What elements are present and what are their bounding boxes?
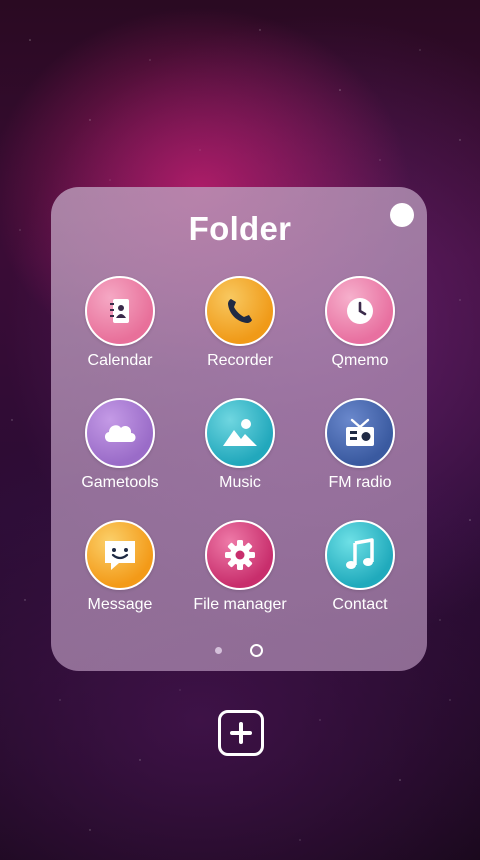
gear-icon (205, 520, 275, 590)
app-music[interactable]: Music (180, 398, 300, 508)
app-label: Music (219, 474, 261, 491)
clock-icon (325, 276, 395, 346)
phone-icon (205, 276, 275, 346)
app-label: File manager (193, 596, 287, 613)
app-contact[interactable]: Contact (300, 520, 420, 630)
app-label: Contact (332, 596, 388, 613)
app-file-manager[interactable]: File manager (180, 520, 300, 630)
app-label: Gametools (81, 474, 159, 491)
app-label: Message (87, 596, 153, 613)
chat-smile-icon (85, 520, 155, 590)
app-label: Qmemo (331, 352, 389, 369)
radio-icon (325, 398, 395, 468)
app-fm-radio[interactable]: FM radio (300, 398, 420, 508)
add-app-button[interactable] (218, 710, 264, 756)
app-message[interactable]: Message (60, 520, 180, 630)
app-gametools[interactable]: Gametools (60, 398, 180, 508)
app-label: Calendar (87, 352, 153, 369)
folder-color-dot[interactable] (390, 203, 414, 227)
app-calendar[interactable]: Calendar (60, 276, 180, 386)
app-recorder[interactable]: Recorder (180, 276, 300, 386)
app-label: Recorder (207, 352, 273, 369)
music-note-icon (325, 520, 395, 590)
app-qmemo[interactable]: Qmemo (300, 276, 420, 386)
gallery-icon (205, 398, 275, 468)
page-indicator-2-current[interactable] (250, 644, 263, 657)
cloud-icon (85, 398, 155, 468)
app-label: FM radio (328, 474, 392, 491)
contacts-book-icon (85, 276, 155, 346)
page-indicator-1[interactable] (215, 647, 222, 654)
